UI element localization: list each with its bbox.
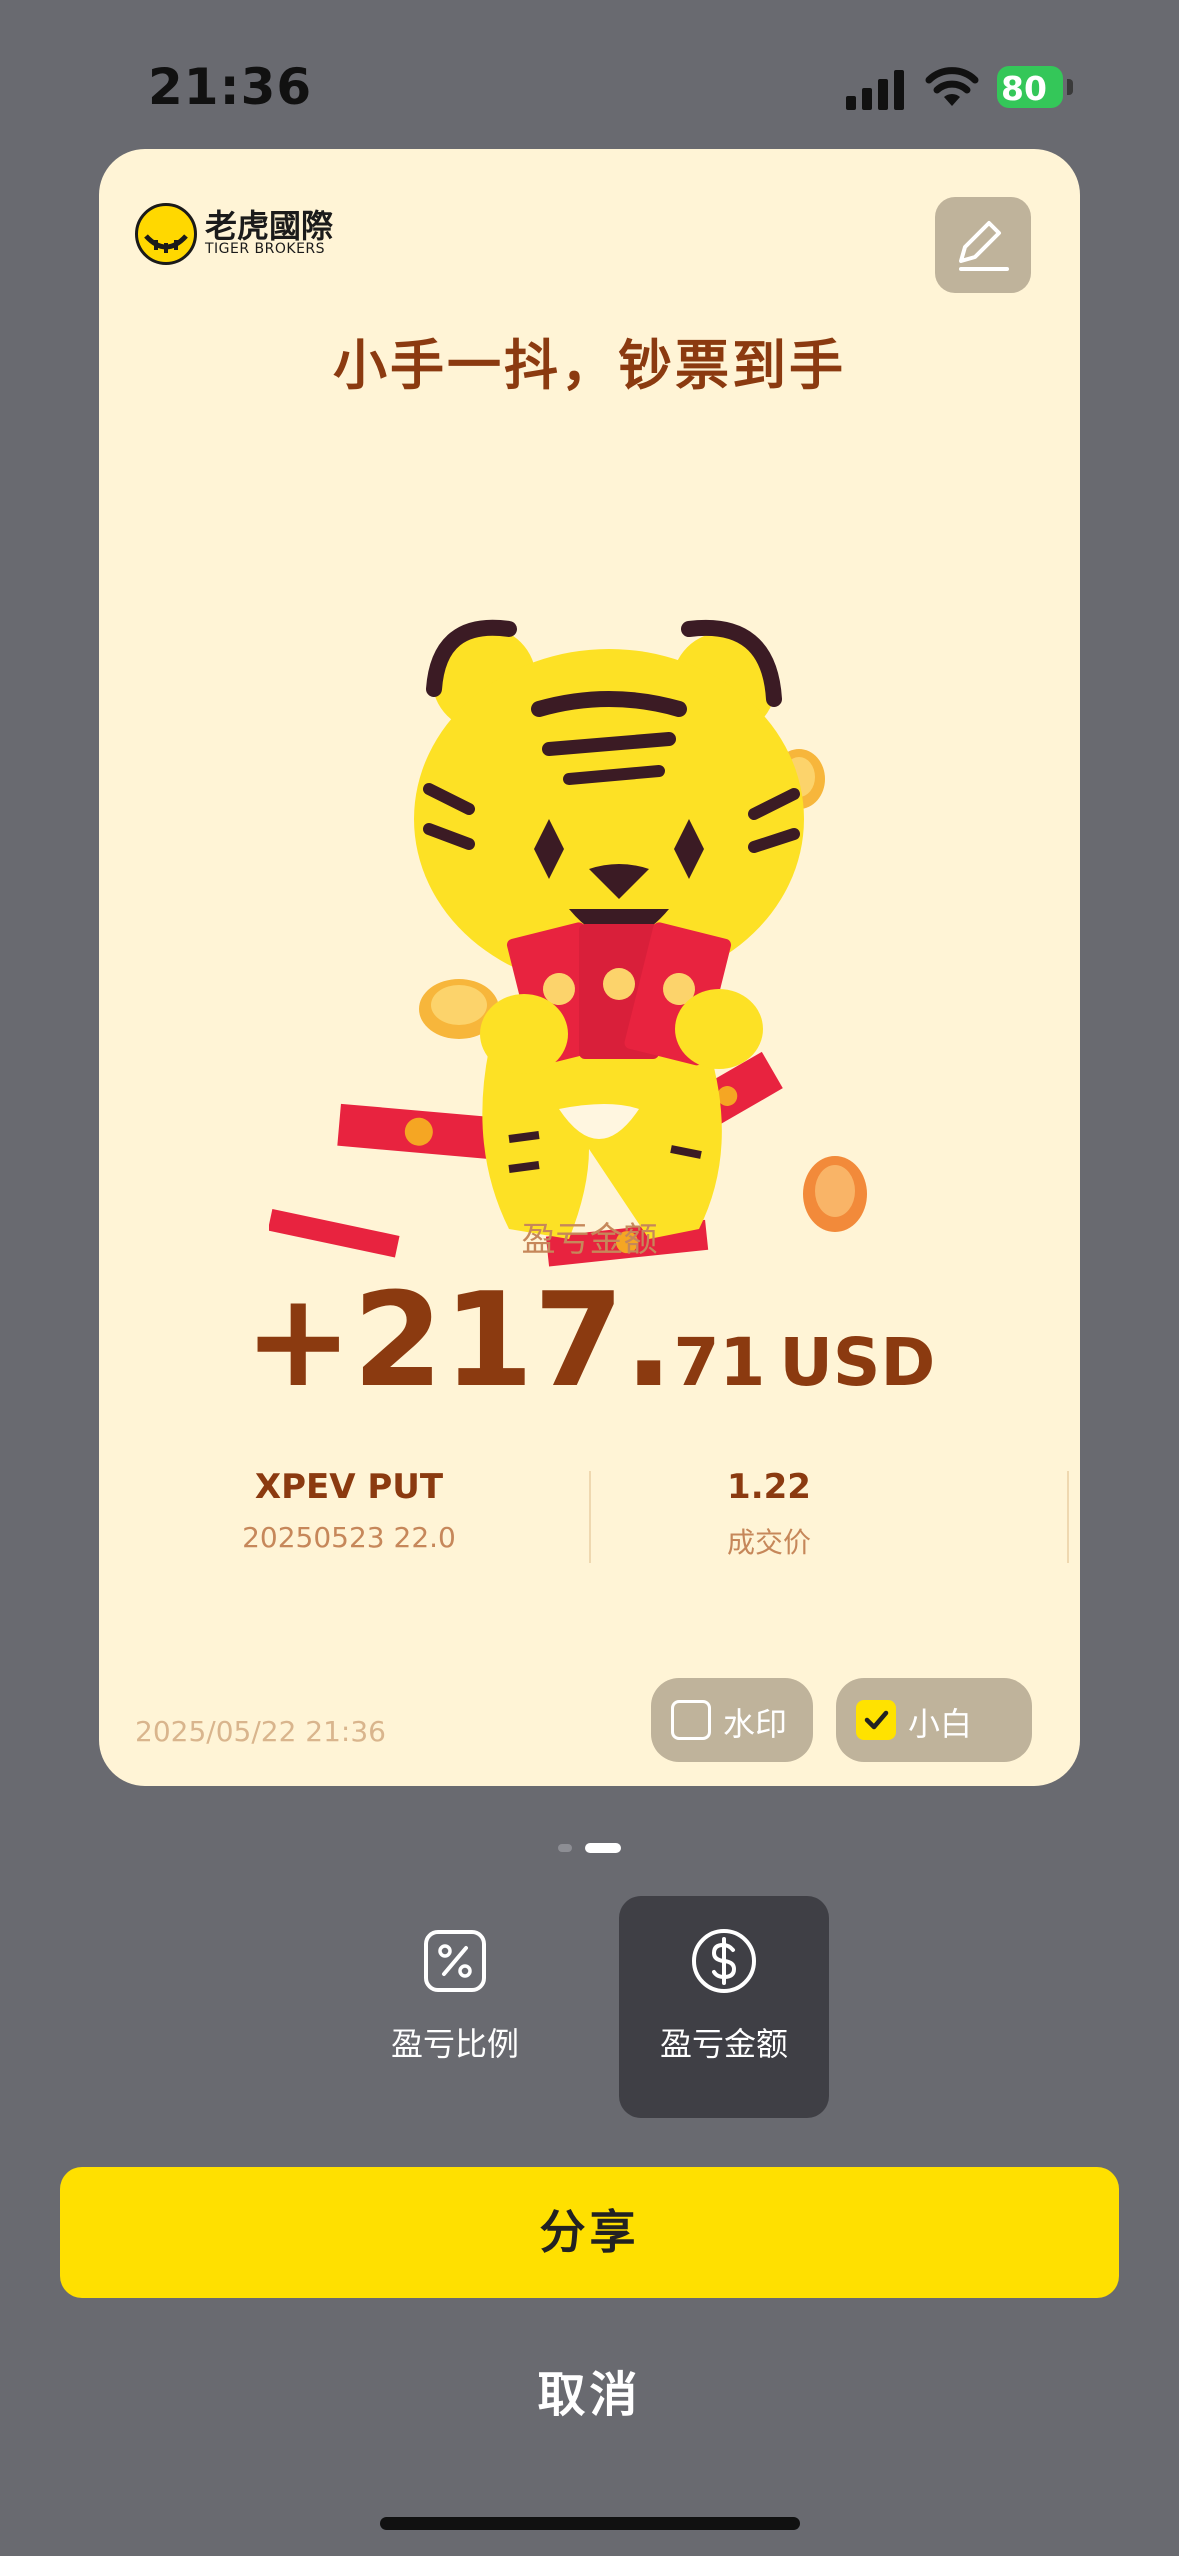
edit-icon <box>959 221 1009 271</box>
tiger-brokers-logo: 老虎國際 TIGER BROKERS <box>135 199 375 269</box>
watermark-checkbox[interactable] <box>671 1700 711 1740</box>
share-button[interactable]: 分享 <box>60 2167 1119 2298</box>
watermark-label: 水印 <box>723 1705 788 1743</box>
wifi-icon <box>925 67 979 106</box>
tiger-mascot-illustration <box>269 619 867 1267</box>
share-card: 老虎國際 TIGER BROKERS 小手一抖，钞票到手 盈亏金额 +217.7… <box>99 149 1080 1786</box>
checkmark-icon <box>864 1710 889 1730</box>
pnl-amount-option[interactable]: 盈亏金额 <box>619 1896 829 2118</box>
pnl-amount-value: +217.71 USD <box>99 1264 1080 1416</box>
home-indicator[interactable] <box>380 2517 800 2530</box>
pnl-integer: +217 <box>243 1264 625 1416</box>
contract-symbol: XPEV PUT <box>254 1467 444 1507</box>
cellular-signal-icon <box>846 70 904 110</box>
tiger-logo-icon <box>135 203 197 265</box>
battery-icon: 80 <box>997 66 1063 108</box>
card-headline: 小手一抖，钞票到手 <box>333 334 846 397</box>
hide-details-checkbox[interactable] <box>856 1700 896 1740</box>
status-time: 21:36 <box>148 58 313 116</box>
edit-button[interactable] <box>935 197 1031 293</box>
trade-price-info: 1.22 成交价 <box>589 1467 949 1561</box>
contract-expiry-strike: 20250523 22.0 <box>242 1521 456 1554</box>
page-indicator-dot-active[interactable] <box>585 1843 621 1853</box>
page-indicator-dot[interactable] <box>558 1844 572 1852</box>
contract-info: XPEV PUT 20250523 22.0 <box>159 1467 539 1554</box>
watermark-toggle[interactable]: 水印 <box>651 1678 813 1762</box>
hide-details-label: 小白 <box>908 1705 973 1743</box>
battery-level: 80 <box>1001 69 1047 108</box>
dollar-icon <box>692 1929 756 1993</box>
pnl-currency: USD <box>779 1324 936 1401</box>
pnl-ratio-option[interactable]: 盈亏比例 <box>350 1896 560 2118</box>
pnl-ratio-label: 盈亏比例 <box>390 2025 519 2063</box>
trade-price-label: 成交价 <box>726 1526 811 1559</box>
trade-price-value: 1.22 <box>727 1467 811 1507</box>
percent-icon <box>424 1930 486 1992</box>
pnl-decimal-point: . <box>624 1264 674 1416</box>
pnl-decimal: 71 <box>673 1324 766 1401</box>
pnl-amount-label: 盈亏金额 <box>521 1220 658 1260</box>
card-timestamp: 2025/05/22 21:36 <box>135 1715 386 1748</box>
cancel-button[interactable]: 取消 <box>0 2355 1179 2425</box>
hide-details-toggle[interactable]: 小白 <box>836 1678 1032 1762</box>
pnl-amount-option-label: 盈亏金额 <box>659 2025 788 2063</box>
battery-indicator: 80 <box>997 66 1077 108</box>
logo-name-en: TIGER BROKERS <box>205 241 326 257</box>
info-divider <box>1067 1471 1069 1563</box>
battery-cap <box>1067 79 1073 95</box>
